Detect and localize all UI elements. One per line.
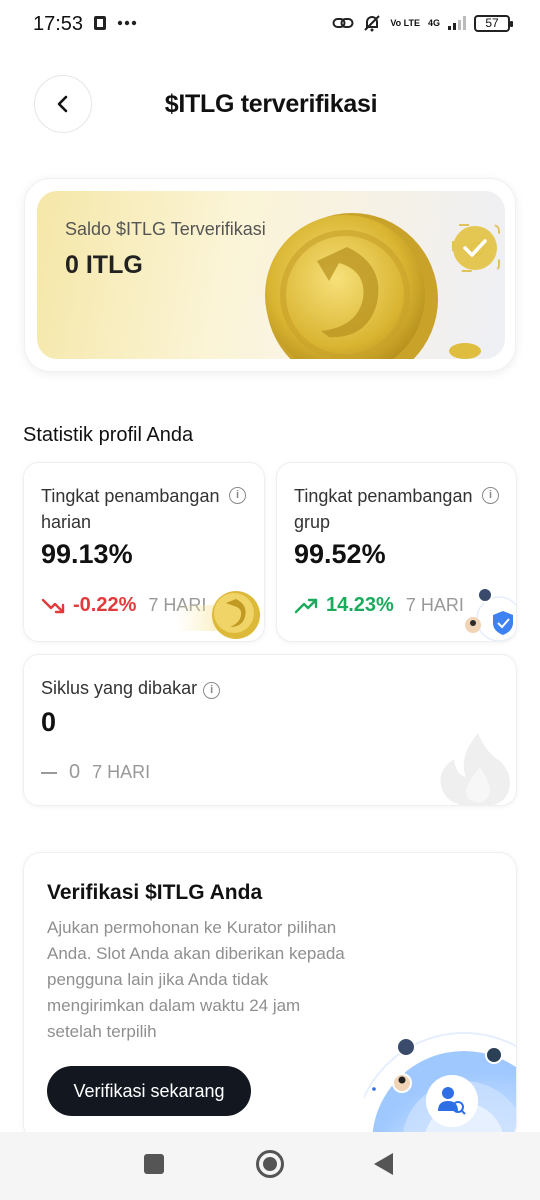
balance-value: 0 ITLG <box>65 251 143 279</box>
page-title: $ITLG terverifikasi <box>164 90 378 118</box>
group-mining-change: 14.23% <box>326 594 394 616</box>
trend-down-icon <box>41 598 65 613</box>
network-indicator: 4G <box>427 17 440 28</box>
verify-title: Verifikasi $ITLG Anda <box>47 881 263 904</box>
burned-cycles-value: 0 <box>41 707 57 737</box>
burned-cycles-card[interactable]: Siklus yang dibakar i 0 0 7 HARI <box>23 654 517 806</box>
verify-now-button[interactable]: Verifikasi sekarang <box>47 1066 251 1116</box>
home-button[interactable] <box>256 1150 284 1178</box>
status-bar: 17:53 Vo LTE 4G 57 <box>0 0 540 50</box>
info-icon[interactable]: i <box>203 682 221 699</box>
group-mining-label: Tingkat penambangan grup <box>294 486 473 532</box>
link-icon <box>332 18 354 28</box>
info-icon[interactable]: i <box>229 487 246 504</box>
recent-apps-button[interactable] <box>144 1154 164 1174</box>
mute-bell-icon <box>364 15 381 32</box>
curator-search-illustration <box>364 1032 516 1141</box>
search-user-icon <box>442 1087 454 1099</box>
back-nav-button[interactable] <box>374 1153 393 1175</box>
trend-up-icon <box>294 598 318 613</box>
info-icon[interactable]: i <box>482 487 499 504</box>
stats-section-title: Statistik profil Anda <box>23 424 194 446</box>
flat-trend-icon <box>41 771 57 774</box>
app-notification-icon <box>94 16 106 30</box>
battery-icon: 57 <box>474 14 513 32</box>
coin-decoration-icon <box>174 591 260 639</box>
group-mining-period: 7 HARI <box>405 595 464 615</box>
burned-cycles-period: 7 HARI <box>92 762 151 782</box>
daily-mining-rate-card[interactable]: Tingkat penambangan harian i 99.13% -0.22… <box>23 462 265 642</box>
daily-mining-change: -0.22% <box>73 594 137 616</box>
verify-itlg-card: Verifikasi $ITLG Anda Ajukan permohonan … <box>23 852 517 1142</box>
burned-cycles-label: Siklus yang dibakar <box>41 678 198 698</box>
verify-description: Ajukan permohonan ke Kurator pilihan And… <box>47 918 345 1041</box>
daily-mining-label: Tingkat penambangan harian <box>41 486 220 532</box>
signal-icon <box>448 16 466 30</box>
system-nav-bar <box>0 1132 540 1200</box>
burned-cycles-change: 0 <box>69 761 81 783</box>
group-mining-value: 99.52% <box>294 539 386 569</box>
group-mining-rate-card[interactable]: Tingkat penambangan grup i 99.52% 14.23% … <box>276 462 517 642</box>
group-avatars-shield-icon <box>465 587 516 641</box>
flame-icon <box>440 733 510 805</box>
more-dots-icon <box>117 20 137 26</box>
status-time: 17:53 <box>33 13 84 35</box>
gold-coin-illustration <box>217 213 500 359</box>
volte-indicator: Vo LTE <box>390 17 420 28</box>
balance-card: Saldo $ITLG Terverifikasi 0 ITLG <box>24 178 516 372</box>
daily-mining-value: 99.13% <box>41 539 133 569</box>
